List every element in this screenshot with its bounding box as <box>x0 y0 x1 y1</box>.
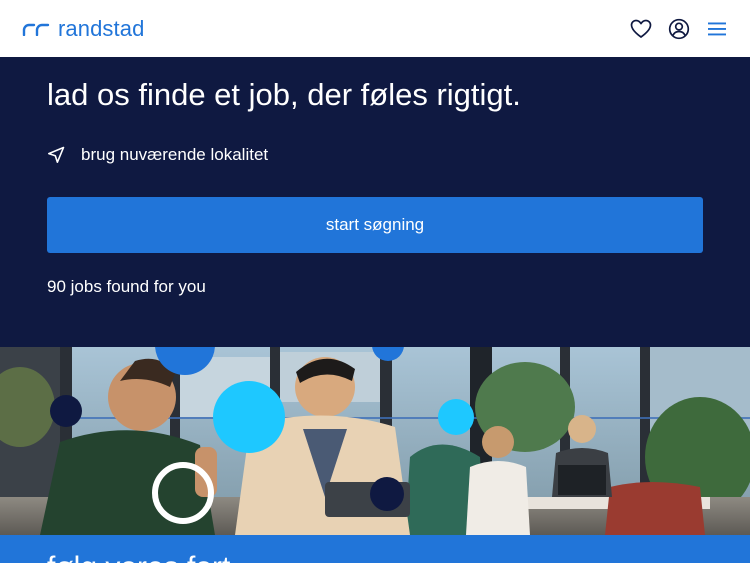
follow-section-title: følg vores fort <box>47 551 230 563</box>
hamburger-menu-icon[interactable] <box>706 18 728 40</box>
header-actions <box>630 18 728 40</box>
hero-title: lad os finde et job, der føles rigtigt. <box>47 77 521 112</box>
site-header: randstad <box>0 0 750 57</box>
location-arrow-icon <box>48 146 65 163</box>
heart-icon[interactable] <box>630 18 652 40</box>
randstad-logo-link[interactable]: randstad <box>22 16 144 42</box>
use-current-location[interactable]: brug nuværende lokalitet <box>47 145 268 165</box>
office-scene-image <box>0 347 750 535</box>
brand-name: randstad <box>58 15 145 41</box>
hero-photo <box>0 347 750 535</box>
page: randstad lad os finde et job, der føles … <box>0 0 750 563</box>
randstad-logo-icon <box>22 23 50 36</box>
start-search-button[interactable]: start søgning <box>47 197 703 253</box>
hero-section: lad os finde et job, der føles rigtigt. … <box>0 57 750 347</box>
user-account-icon[interactable] <box>668 18 690 40</box>
jobs-found-text: 90 jobs found for you <box>47 277 206 296</box>
follow-section: følg vores fort <box>0 535 750 563</box>
location-label: brug nuværende lokalitet <box>81 145 269 164</box>
